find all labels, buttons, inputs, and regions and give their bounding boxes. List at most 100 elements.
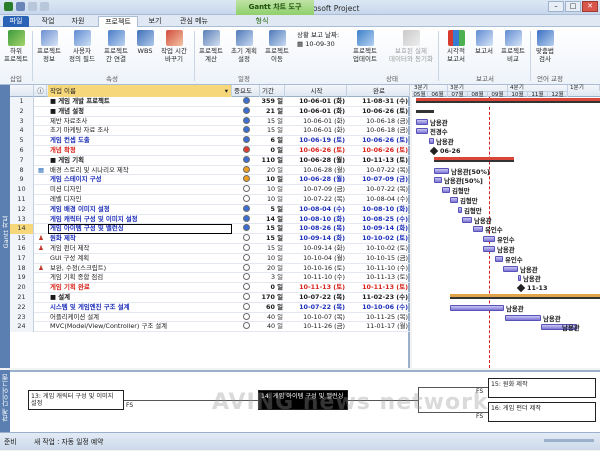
task-name-cell[interactable]: 게임 아이템 구성 및 밸런싱	[48, 224, 232, 235]
task-bar[interactable]	[450, 304, 504, 311]
new-task-mode[interactable]: 새 작업 : 자동 일정 예약	[34, 433, 103, 451]
spelling-button[interactable]: 맞춤법 검사	[534, 30, 556, 63]
task-name-cell[interactable]: ■ 개념 설정	[48, 107, 232, 117]
start-cell[interactable]: 10-06-01 (화)	[285, 97, 347, 107]
table-row[interactable]: 8 ▦ 배경 스토리 및 시나리오 제작 20 일 10-06-28 (월) 10-07…	[10, 165, 410, 176]
visual-reports-button[interactable]: 시각적 보고서	[442, 30, 470, 63]
sync-protected-actuals-button[interactable]: 보호된 실제 데이터와 동기화	[386, 30, 436, 63]
custom-fields-button[interactable]: 사용자 정의 필드	[66, 30, 98, 63]
task-name-cell[interactable]: 배경 스토리 및 시나리오 제작	[48, 166, 232, 176]
status-date[interactable]: 상황 보고 날짜: ▦ 10-09-30	[297, 31, 339, 49]
start-column-header[interactable]: 시작	[285, 85, 347, 97]
table-row[interactable]: 15 ♟ 원화 제작 15 일 10-09-14 (화) 10-10-02 (토)	[10, 234, 410, 244]
subproject-button[interactable]: 하위 프로젝트	[3, 30, 29, 63]
start-cell[interactable]: 10-10-16 (토)	[285, 264, 347, 274]
tab-view[interactable]: 보기	[144, 16, 166, 27]
row-id[interactable]: 1	[10, 97, 34, 107]
task-name-cell[interactable]: 게임 컨셉 도출	[48, 136, 232, 146]
row-id[interactable]: 6	[10, 146, 34, 156]
chevron-down-icon[interactable]: ▾	[225, 85, 228, 97]
task-name-cell[interactable]: 제반 자료조사	[48, 117, 232, 127]
row-id[interactable]: 14	[10, 224, 34, 235]
start-cell[interactable]: 10-10-07 (목)	[285, 313, 347, 323]
table-row[interactable]: 17 GUI 구성 계획 10 일 10-10-04 (월) 10-10-15 (금)	[10, 253, 410, 264]
start-cell[interactable]: 10-06-19 (토)	[285, 136, 347, 146]
milestone-marker[interactable]	[516, 283, 526, 293]
table-row[interactable]: 20 게임 기획 완료 0 일 10-11-13 (토) 10-11-13 (토)	[10, 283, 410, 293]
finish-cell[interactable]: 10-08-10 (화)	[347, 205, 410, 215]
tab-task[interactable]: 작업	[36, 16, 60, 27]
row-id[interactable]: 15	[10, 234, 34, 244]
summary-bar[interactable]	[416, 109, 434, 113]
row-id[interactable]: 4	[10, 126, 34, 137]
task-name-cell[interactable]: 초기 마케팅 자료 조사	[48, 126, 232, 136]
task-bar[interactable]	[434, 167, 449, 174]
tab-resource[interactable]: 자원	[66, 16, 90, 27]
row-id[interactable]: 21	[10, 293, 34, 303]
finish-cell[interactable]: 10-06-26 (토)	[347, 107, 410, 117]
row-id[interactable]: 2	[10, 106, 34, 117]
finish-cell[interactable]: 10-11-25 (목)	[347, 313, 410, 323]
task-bar[interactable]	[518, 275, 521, 282]
row-id[interactable]: 22	[10, 302, 34, 313]
start-cell[interactable]: 10-11-13 (토)	[285, 283, 347, 293]
finish-cell[interactable]: 10-07-22 (목)	[347, 185, 410, 195]
finish-cell[interactable]: 10-10-15 (금)	[347, 254, 410, 264]
finish-cell[interactable]: 10-10-06 (수)	[347, 303, 410, 313]
duration-cell[interactable]: 20 일	[260, 166, 285, 176]
row-id[interactable]: 13	[10, 214, 34, 225]
duration-cell[interactable]: 60 일	[260, 303, 285, 313]
row-id[interactable]: 9	[10, 175, 34, 186]
task-name-cell[interactable]: 게임 캐릭터 구성 및 이미지 설정	[48, 215, 232, 225]
task-name-cell[interactable]: 레벨 디자인	[48, 195, 232, 205]
finish-cell[interactable]: 10-08-25 (수)	[347, 215, 410, 225]
table-row[interactable]: 13 게임 캐릭터 구성 및 이미지 설정 14 일 10-08-10 (화) 10-…	[10, 214, 410, 225]
finish-cell[interactable]: 10-08-04 (수)	[347, 195, 410, 205]
task-bar[interactable]	[483, 246, 495, 252]
table-row[interactable]: 22 시스템 및 게임엔진 구조 설계 60 일 10-07-22 (목) 10-10…	[10, 302, 410, 313]
select-all-cell[interactable]	[10, 85, 34, 97]
row-id[interactable]: 18	[10, 263, 34, 274]
duration-cell[interactable]: 110 일	[260, 156, 285, 166]
task-name-cell[interactable]: 어플리케이션 설계	[48, 313, 232, 323]
task-name-cell[interactable]: ■ 설계	[48, 293, 232, 303]
view-bar-network[interactable]: 관계 다이어그램	[0, 370, 10, 432]
info-column-header[interactable]: ⓘ	[35, 85, 47, 97]
start-cell[interactable]: 10-08-04 (수)	[285, 205, 347, 215]
start-cell[interactable]: 10-08-10 (화)	[285, 215, 347, 225]
duration-cell[interactable]: 15 일	[260, 117, 285, 127]
row-id[interactable]: 19	[10, 273, 34, 284]
start-cell[interactable]: 10-06-28 (월)	[285, 166, 347, 176]
start-cell[interactable]: 10-11-26 (금)	[285, 322, 347, 332]
table-row[interactable]: 10 미션 디자인 10 일 10-07-09 (금) 10-07-22 (목)	[10, 185, 410, 195]
duration-cell[interactable]: 14 일	[260, 215, 285, 225]
start-cell[interactable]: 10-09-14 (화)	[285, 244, 347, 254]
task-name-cell[interactable]: 보완, 수정(스크립트)	[48, 264, 232, 274]
name-column-header[interactable]: 작업 이름 ▾	[48, 85, 232, 97]
change-working-time-button[interactable]: 작업 시간 바꾸기	[158, 30, 190, 63]
row-id[interactable]: 23	[10, 312, 34, 323]
update-project-button[interactable]: 프로젝트 업데이트	[348, 30, 382, 63]
finish-cell[interactable]: 10-09-14 (화)	[347, 224, 410, 234]
task-bar[interactable]	[442, 187, 450, 194]
task-name-cell[interactable]: 개념 확정	[48, 146, 232, 156]
task-bar[interactable]	[473, 226, 483, 233]
start-cell[interactable]: 10-08-26 (목)	[285, 224, 347, 234]
duration-cell[interactable]: 15 일	[260, 244, 285, 254]
duration-cell[interactable]: 10 일	[260, 254, 285, 264]
tab-project[interactable]: 프로젝트	[98, 16, 138, 27]
table-row[interactable]: 7 ■ 게임 기획 110 일 10-06-28 (월) 10-11-13 (토)	[10, 155, 410, 166]
finish-cell[interactable]: 11-08-31 (수)	[347, 97, 410, 107]
finish-cell[interactable]: 10-07-09 (금)	[347, 175, 410, 185]
task-name-cell[interactable]: 게임 기획 종합 점검	[48, 273, 232, 283]
start-cell[interactable]: 10-07-22 (목)	[285, 303, 347, 313]
finish-cell[interactable]: 10-11-10 (수)	[347, 264, 410, 274]
duration-cell[interactable]: 10 일	[260, 175, 285, 185]
tab-file[interactable]: 파일	[3, 16, 29, 27]
duration-cell[interactable]: 0 일	[260, 283, 285, 293]
duration-cell[interactable]: 15 일	[260, 126, 285, 136]
start-cell[interactable]: 10-06-01 (화)	[285, 117, 347, 127]
finish-cell[interactable]: 10-06-18 (금)	[347, 126, 410, 136]
task-name-cell[interactable]: 시스템 및 게임엔진 구조 설계	[48, 303, 232, 313]
tab-format[interactable]: 형식	[248, 16, 276, 27]
